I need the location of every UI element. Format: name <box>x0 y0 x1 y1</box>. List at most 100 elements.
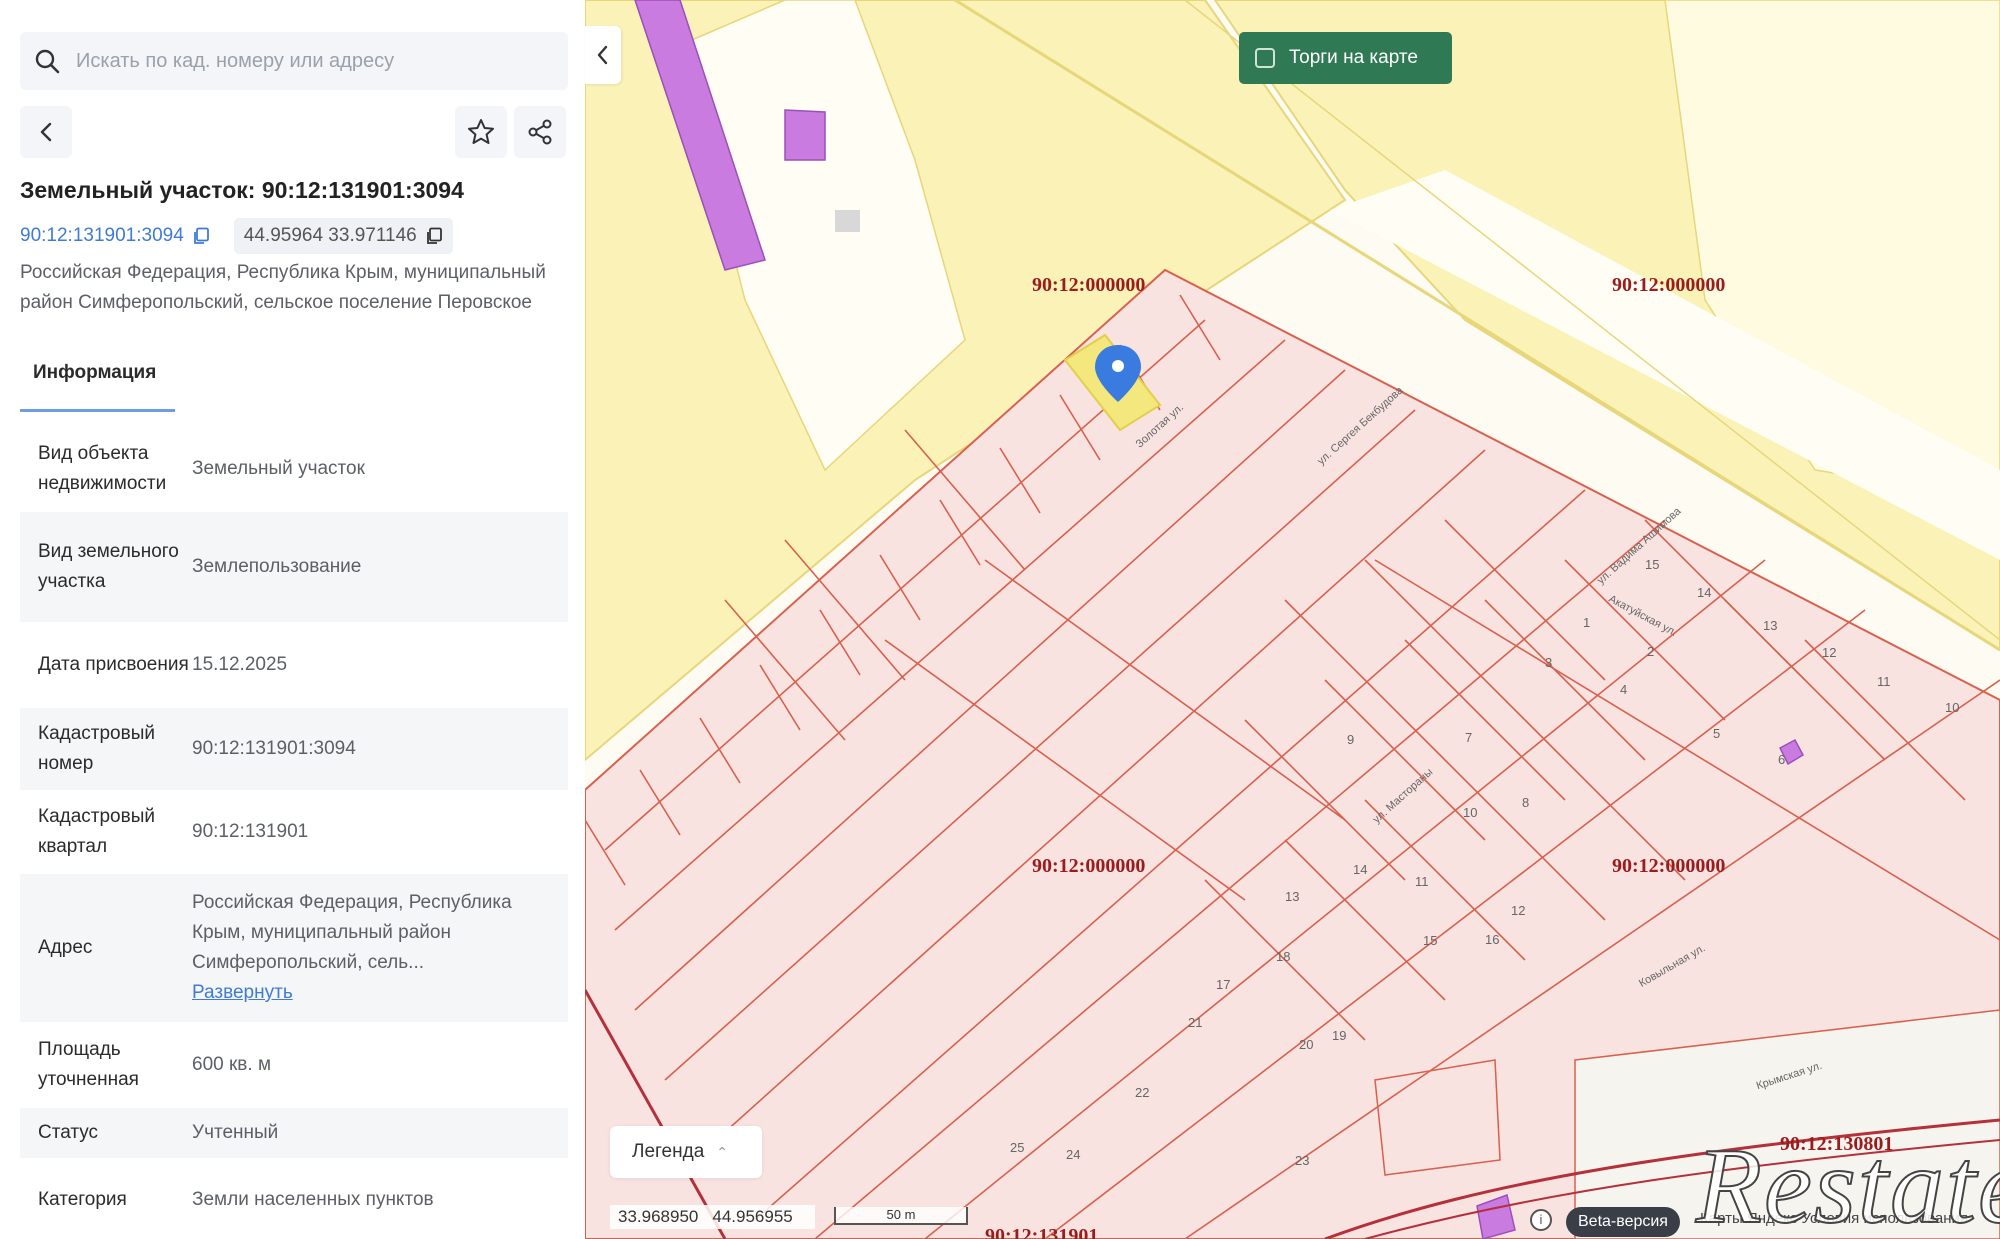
info-value: Российская Федерация, Республика Крым, м… <box>192 892 512 973</box>
expand-address-link[interactable]: Развернуть <box>192 978 552 1008</box>
collapse-panel-button[interactable] <box>585 26 621 84</box>
info-key: Дата присвоения <box>38 654 189 675</box>
parcel-number: 9 <box>1347 732 1355 747</box>
info-value: 90:12:131901:3094 <box>192 738 356 759</box>
info-row-area: Площадь уточненная 600 кв. м <box>20 1022 568 1108</box>
building <box>835 210 860 232</box>
beta-label: Beta-версия <box>1578 1213 1668 1230</box>
back-button[interactable] <box>20 106 72 158</box>
search-icon <box>35 49 60 74</box>
map-canvas[interactable] <box>585 0 2000 1239</box>
parcel-number: 20 <box>1299 1037 1314 1052</box>
parcel-number: 23 <box>1295 1153 1310 1168</box>
legend-label: Легенда <box>632 1141 705 1162</box>
beta-badge: Beta-версия <box>1566 1207 1680 1237</box>
parcel-number: 7 <box>1465 730 1473 745</box>
star-icon <box>468 119 494 144</box>
parcel-number: 15 <box>1645 557 1660 572</box>
parcel-number: 2 <box>1647 644 1655 659</box>
quarter-label: 90:12:000000 <box>1032 855 1146 877</box>
cadastral-map[interactable]: 90:12:000000 90:12:000000 90:12:000000 9… <box>585 0 2000 1239</box>
info-value: 600 кв. м <box>192 1054 272 1075</box>
search-input[interactable] <box>76 49 516 73</box>
scale-label: 50 m <box>886 1207 916 1222</box>
share-icon <box>528 119 552 145</box>
object-title: Земельный участок: 90:12:131901:3094 <box>20 177 464 203</box>
info-value: 90:12:131901 <box>192 821 309 842</box>
coordinates-chip[interactable]: 44.95964 33.971146 <box>233 218 453 254</box>
chevron-up-icon: ⌃ <box>716 1143 728 1160</box>
info-value-wrap: Российская Федерация, Республика Крым, м… <box>192 888 568 1008</box>
parcel-number: 18 <box>1276 949 1291 964</box>
parcel-number: 4 <box>1620 682 1628 697</box>
parcel-number: 15 <box>1423 933 1438 948</box>
info-key: Адрес <box>38 937 93 958</box>
building <box>784 109 826 161</box>
cadastral-number-text[interactable]: 90:12:131901:3094 <box>20 225 184 247</box>
info-icon[interactable]: i <box>1530 1209 1552 1231</box>
info-value: Землепользование <box>192 556 362 577</box>
chevron-left-icon <box>40 122 52 142</box>
info-key: Категория <box>38 1189 127 1210</box>
info-row-address: Адрес Российская Федерация, Республика К… <box>20 874 568 1022</box>
quarter-label: 90:12:000000 <box>1032 274 1146 296</box>
auction-checkbox[interactable] <box>1255 48 1275 68</box>
object-address: Российская Федерация, Республика Крым, м… <box>20 262 546 313</box>
info-key: Кадастровый номер <box>38 723 155 774</box>
info-key: Вид земельного участка <box>38 541 179 592</box>
parcel-number: 21 <box>1188 1015 1203 1030</box>
info-value: Учтенный <box>192 1122 279 1143</box>
info-row-object-type: Вид объекта недвижимости Земельный участ… <box>20 426 568 512</box>
parcel-number: 5 <box>1713 726 1721 741</box>
parcel-number: 6 <box>1778 752 1786 767</box>
info-row-category: Категория Земли населенных пунктов <box>20 1158 568 1239</box>
parcel-number: 19 <box>1332 1028 1347 1043</box>
parcel-number: 22 <box>1135 1085 1150 1100</box>
info-table: Вид объекта недвижимости Земельный участ… <box>20 426 568 1239</box>
info-value: 15.12.2025 <box>192 654 288 675</box>
info-row-date: Дата присвоения 15.12.2025 <box>20 622 568 708</box>
info-row-cadastral-number: Кадастровый номер 90:12:131901:3094 <box>20 708 568 790</box>
parcel-number: 12 <box>1822 645 1837 660</box>
copy-icon[interactable] <box>192 227 210 245</box>
cadastral-number-link[interactable]: 90:12:131901:3094 <box>20 225 210 247</box>
tab-info-label: Информация <box>33 362 157 383</box>
legend-button[interactable]: Легенда ⌃ <box>610 1126 762 1178</box>
parcel-number: 1 <box>1583 615 1591 630</box>
parcel-number: 3 <box>1545 655 1553 670</box>
share-button[interactable] <box>514 106 566 158</box>
scale-bar: 50 m <box>834 1207 968 1225</box>
parcel-number: 8 <box>1522 795 1530 810</box>
restate-watermark: Restate <box>1695 1126 2000 1239</box>
search-bar[interactable] <box>20 32 568 90</box>
parcel-number: 24 <box>1066 1147 1081 1162</box>
chevron-left-icon <box>597 45 608 65</box>
cursor-longitude: 33.968950 <box>618 1207 699 1226</box>
info-row-land-type: Вид земельного участка Землепользование <box>20 512 568 622</box>
parcel-block <box>1374 1059 1501 1176</box>
parcel-number: 11 <box>1415 874 1429 889</box>
object-ids: 90:12:131901:3094 44.95964 33.971146 <box>20 218 453 254</box>
quarter-label: 90:12:131901 <box>985 1225 1099 1239</box>
parcel-number: 14 <box>1353 862 1368 877</box>
info-value: Земли населенных пунктов <box>192 1189 434 1210</box>
tab-info[interactable]: Информация <box>20 362 175 412</box>
auction-toggle-button[interactable]: Торги на карте <box>1239 32 1452 84</box>
parcel-number: 16 <box>1485 932 1500 947</box>
info-key: Вид объекта недвижимости <box>38 443 167 494</box>
parcel-number: 11 <box>1877 674 1891 689</box>
info-value: Земельный участок <box>192 458 365 479</box>
parcel-number: 10 <box>1463 805 1478 820</box>
info-key: Площадь уточненная <box>38 1039 139 1090</box>
quarter-label: 90:12:000000 <box>1612 274 1726 296</box>
info-row-cadastral-quarter: Кадастровый квартал 90:12:131901 <box>20 790 568 874</box>
parcel-number: 12 <box>1511 903 1526 918</box>
quarter-label: 90:12:000000 <box>1612 855 1726 877</box>
copy-icon[interactable] <box>425 227 443 245</box>
info-row-status: Статус Учтенный <box>20 1108 568 1158</box>
favorite-button[interactable] <box>455 106 507 158</box>
info-key: Статус <box>38 1122 99 1143</box>
parcel-number: 10 <box>1945 700 1960 715</box>
auction-toggle-label: Торги на карте <box>1289 47 1418 68</box>
parcel-number: 13 <box>1285 889 1300 904</box>
